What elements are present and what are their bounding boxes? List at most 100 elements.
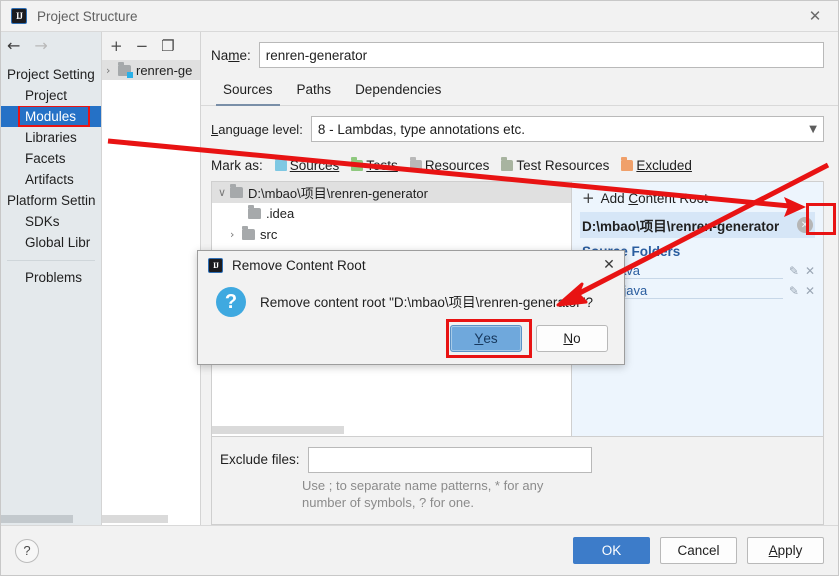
tree-row-src[interactable]: › src bbox=[212, 224, 571, 245]
nav-divider bbox=[7, 260, 95, 261]
mark-as-tests-label: Tests bbox=[366, 158, 398, 173]
exclude-hint-line-2: number of symbols, ? for one. bbox=[302, 495, 474, 511]
mark-as-sources[interactable]: Sources bbox=[274, 157, 340, 173]
expander-icon[interactable]: ∨ bbox=[218, 186, 230, 199]
module-list-item[interactable]: › renren-ge bbox=[102, 60, 200, 80]
close-icon[interactable]: ✕ bbox=[598, 254, 620, 276]
mark-as-tests[interactable]: Tests bbox=[351, 157, 398, 173]
expander-icon[interactable]: › bbox=[106, 64, 118, 77]
sidebar-item-problems[interactable]: Problems bbox=[1, 267, 101, 288]
nav-toolbar: ← → bbox=[1, 32, 101, 60]
module-list-horizontal-scrollbar[interactable] bbox=[102, 513, 200, 525]
arrow-right-icon[interactable]: → bbox=[34, 38, 47, 54]
sidebar-item-artifacts[interactable]: Artifacts bbox=[1, 169, 101, 190]
dialog-buttons: Yes No bbox=[198, 319, 624, 364]
tree-row-idea[interactable]: .idea bbox=[212, 203, 571, 224]
exclude-hint-line-1: Use ; to separate name patterns, * for a… bbox=[302, 477, 544, 493]
yes-button[interactable]: Yes bbox=[450, 325, 522, 352]
language-level-select[interactable]: 8 - Lambdas, type annotations etc. ▼ bbox=[310, 116, 824, 142]
exclude-files-input[interactable] bbox=[307, 446, 592, 473]
mark-as-resources[interactable]: Resources bbox=[409, 157, 490, 173]
mark-as-test-resources-label: Test Resources bbox=[516, 158, 610, 173]
module-name-row: Name: bbox=[201, 32, 838, 76]
window-title: Project Structure bbox=[37, 8, 138, 24]
dialog-title: Remove Content Root bbox=[232, 257, 366, 273]
mark-as-label: Mark as: bbox=[211, 158, 263, 173]
mark-as-sources-label: Sources bbox=[289, 158, 340, 173]
close-icon[interactable]: ✕ bbox=[805, 264, 815, 278]
nav-group-platform-settings: Platform Settin bbox=[7, 193, 96, 208]
no-button[interactable]: No bbox=[536, 325, 608, 352]
dialog-title-bar: IJ Remove Content Root ✕ bbox=[198, 251, 624, 279]
sidebar-item-modules[interactable]: Modules bbox=[1, 106, 101, 127]
tree-row-content-root[interactable]: ∨ D:\mbao\项目\renren-generator bbox=[212, 182, 571, 203]
mark-as-resources-label: Resources bbox=[424, 158, 490, 173]
module-list-scrollbar-thumb[interactable] bbox=[102, 515, 168, 523]
content-root-entry: D:\mbao\项目\renren-generator ✕ bbox=[580, 212, 815, 238]
sources-folder-icon bbox=[274, 157, 287, 171]
apply-button[interactable]: Apply bbox=[747, 537, 824, 564]
module-list-toolbar: + − ❐ bbox=[102, 32, 200, 60]
module-list: › renren-ge bbox=[102, 60, 200, 513]
settings-nav-list: Project Setting Project Modules Librarie… bbox=[1, 60, 101, 513]
sidebar-item-modules-label: Modules bbox=[25, 109, 77, 124]
sidebar-item-project[interactable]: Project bbox=[1, 85, 101, 106]
module-list-panel: + − ❐ › renren-ge bbox=[101, 32, 201, 525]
module-name-label: Name: bbox=[211, 47, 251, 63]
module-folder-icon bbox=[118, 61, 133, 78]
tab-paths[interactable]: Paths bbox=[285, 76, 344, 105]
exclude-files-label: Exclude files: bbox=[220, 452, 300, 468]
mark-as-excluded[interactable]: Excluded bbox=[621, 157, 692, 173]
help-icon[interactable]: ? bbox=[15, 538, 39, 563]
folder-icon bbox=[242, 226, 255, 240]
module-list-item-label: renren-ge bbox=[136, 62, 193, 78]
nav-scrollbar-thumb[interactable] bbox=[1, 515, 73, 523]
mark-as-test-resources[interactable]: Test Resources bbox=[501, 157, 610, 173]
remove-circle-icon[interactable]: ✕ bbox=[797, 217, 813, 233]
cancel-button[interactable]: Cancel bbox=[660, 537, 737, 564]
language-level-label: Language level: bbox=[211, 121, 303, 137]
mark-as-row: Mark as: Sources Tests Resources Test Re… bbox=[201, 150, 838, 181]
arrow-left-icon[interactable]: ← bbox=[7, 38, 20, 54]
module-name-input[interactable] bbox=[258, 42, 824, 68]
expander-icon[interactable]: › bbox=[230, 228, 242, 241]
intellij-idea-icon: IJ bbox=[208, 257, 223, 273]
dialog-footer: ? OK Cancel Apply bbox=[1, 525, 838, 575]
plus-icon: + bbox=[582, 189, 595, 207]
chevron-down-icon[interactable]: ▼ bbox=[809, 124, 817, 135]
exclude-files-section: Exclude files: Use ; to separate name pa… bbox=[211, 436, 824, 525]
close-icon[interactable]: ✕ bbox=[792, 1, 838, 31]
title-bar: IJ Project Structure ✕ bbox=[1, 1, 838, 31]
tree-horizontal-scrollbar[interactable] bbox=[212, 423, 571, 436]
sidebar-item-libraries[interactable]: Libraries bbox=[1, 127, 101, 148]
mark-as-excluded-label: Excluded bbox=[636, 158, 692, 173]
add-content-root-button[interactable]: + Add Content Root bbox=[580, 188, 815, 212]
plus-icon[interactable]: + bbox=[110, 37, 123, 55]
pencil-icon[interactable]: ✎ bbox=[789, 264, 799, 278]
folder-icon bbox=[230, 184, 243, 198]
pencil-icon[interactable]: ✎ bbox=[789, 284, 799, 298]
minus-icon[interactable]: − bbox=[136, 37, 149, 55]
dialog-message: Remove content root "D:\mbao\项目\renren-g… bbox=[260, 295, 593, 310]
tree-row-label: .idea bbox=[266, 206, 295, 221]
sidebar-item-global-libraries[interactable]: Global Libr bbox=[1, 232, 101, 253]
tests-folder-icon bbox=[351, 157, 364, 171]
copy-icon[interactable]: ❐ bbox=[161, 37, 174, 55]
detail-tabs: Sources Paths Dependencies bbox=[201, 76, 838, 106]
close-icon[interactable]: ✕ bbox=[805, 284, 815, 298]
tree-scrollbar-thumb[interactable] bbox=[212, 425, 344, 434]
sidebar-item-sdks[interactable]: SDKs bbox=[1, 211, 101, 232]
add-content-root-label: Add Content Root bbox=[600, 190, 708, 206]
language-level-row: Language level: 8 - Lambdas, type annota… bbox=[201, 106, 838, 150]
sidebar-item-facets[interactable]: Facets bbox=[1, 148, 101, 169]
folder-icon bbox=[248, 205, 261, 219]
tab-dependencies[interactable]: Dependencies bbox=[343, 76, 453, 105]
question-icon: ? bbox=[216, 287, 246, 317]
test-resources-folder-icon bbox=[501, 157, 514, 171]
tab-sources[interactable]: Sources bbox=[211, 76, 285, 106]
exclude-files-row: Exclude files: bbox=[220, 446, 813, 473]
exclude-files-hint: Use ; to separate name patterns, * for a… bbox=[302, 473, 813, 512]
nav-group-project-setting: Project Setting bbox=[7, 67, 95, 82]
nav-horizontal-scrollbar[interactable] bbox=[1, 513, 101, 525]
ok-button[interactable]: OK bbox=[573, 537, 650, 564]
